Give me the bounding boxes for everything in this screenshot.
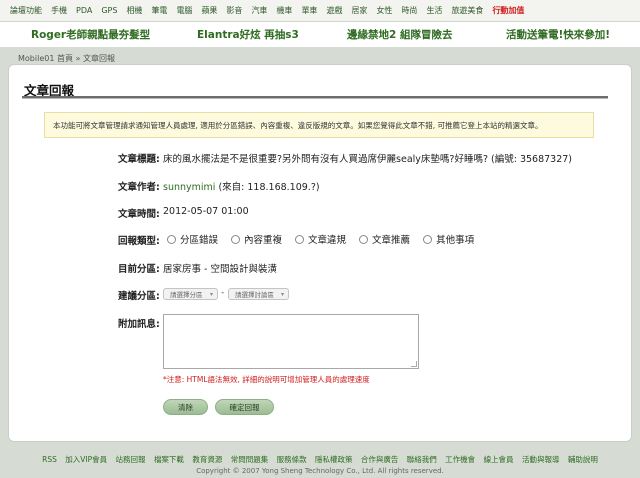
footer-link-terms[interactable]: 服務條款: [277, 455, 307, 464]
footer-link-events[interactable]: 活動與報導: [522, 455, 560, 464]
breadcrumb: Mobile01 首頁 » 文章回報: [18, 53, 115, 64]
radio-circle-icon[interactable]: [359, 234, 369, 244]
footer-link-jobs[interactable]: 工作機會: [445, 455, 475, 464]
nav-item-motorcycle[interactable]: 機車: [276, 5, 292, 16]
radio-circle-icon[interactable]: [295, 234, 305, 244]
nav-item-mobile-value-added[interactable]: 行動加值: [492, 5, 524, 16]
copyright-text: Copyright © 2007 Yong Sheng Technology C…: [196, 467, 444, 475]
report-type-radio-group: 分區錯誤 內容重複 文章違規 文章推薦 其他事項: [167, 232, 487, 246]
top-navigation: 論壇功能 手機 PDA GPS 相機 筆電 電腦 蘋果 影音 汽車 機車 單車 …: [0, 0, 640, 22]
article-title-value: 床的風水擺法是不是很重要?另外問有沒有人買過席伊麗sealy床墊嗎?好睡嗎? (…: [163, 154, 573, 165]
nav-item-av[interactable]: 影音: [226, 5, 242, 16]
nav-item-women[interactable]: 女性: [376, 5, 392, 16]
nav-item-computer[interactable]: 電腦: [176, 5, 192, 16]
author-value: sunnymimi (來自: 118.168.109.?): [163, 179, 320, 193]
resize-grip-icon[interactable]: [411, 361, 417, 367]
report-type-wrong-category[interactable]: 分區錯誤: [167, 232, 218, 246]
promo-link-borderlands[interactable]: 邊緣禁地2 組隊冒險去: [347, 27, 452, 42]
author-ip: (來自: 118.168.109.?): [215, 182, 320, 193]
article-title-label: 文章標題:: [118, 154, 160, 165]
promo-bar: Roger老師親點最夯髮型 Elantra好炫 再抽s3 邊緣禁地2 組隊冒險去…: [0, 22, 640, 47]
footer-link-contact[interactable]: 聯絡我們: [407, 455, 437, 464]
breadcrumb-current: 文章回報: [82, 54, 115, 63]
footer-link-downloads[interactable]: 檔案下載: [154, 455, 184, 464]
nav-item-life[interactable]: 生活: [426, 5, 442, 16]
nav-item-notebook[interactable]: 筆電: [151, 5, 167, 16]
message-textarea[interactable]: [163, 314, 419, 369]
nav-item-forum-functions[interactable]: 論壇功能: [10, 5, 42, 16]
nav-item-travel-food[interactable]: 旅遊美食: [451, 5, 483, 16]
nav-item-gps[interactable]: GPS: [101, 6, 117, 15]
suggested-category-label: 建議分區:: [118, 291, 160, 302]
footer-link-faq[interactable]: 常問問題集: [231, 455, 269, 464]
breadcrumb-home[interactable]: Mobile01 首頁: [18, 54, 73, 63]
message-label: 附加訊息:: [118, 319, 160, 330]
html-warning-text: *注意: HTML語法無效, 詳細的說明可增加管理人員的處理速度: [163, 375, 370, 384]
title-divider: [22, 96, 608, 99]
time-value: 2012-05-07 01:00: [163, 206, 249, 217]
report-type-label: 回報類型:: [118, 236, 160, 247]
report-type-violation[interactable]: 文章違規: [295, 232, 346, 246]
dropdown-arrow-icon: ▾: [280, 291, 284, 298]
footer-link-rss[interactable]: RSS: [42, 455, 57, 464]
nav-item-pda[interactable]: PDA: [76, 6, 92, 15]
nav-item-mobile[interactable]: 手機: [51, 5, 67, 16]
submit-report-button[interactable]: 確定回報: [215, 399, 274, 415]
time-label: 文章時間:: [118, 209, 160, 220]
current-category-label: 目前分區:: [118, 264, 160, 275]
report-type-other[interactable]: 其他事項: [423, 232, 474, 246]
nav-item-apple[interactable]: 蘋果: [201, 5, 217, 16]
radio-circle-icon[interactable]: [167, 234, 176, 244]
promo-link-laptop-event[interactable]: 活動送筆電!快來參加!: [506, 27, 610, 42]
footer-links: RSS 加入VIP會員 站務回報 檔案下載 教育資源 常問問題集 服務條款 隱私…: [0, 454, 640, 465]
nav-item-fashion[interactable]: 時尚: [401, 5, 417, 16]
notice-text: 本功能可將文章管理請求通知管理人員處理, 適用於分區錯誤、內容重複、違反版規的文…: [53, 120, 543, 130]
nav-item-bicycle[interactable]: 單車: [301, 5, 317, 16]
report-type-duplicate[interactable]: 內容重複: [231, 232, 282, 246]
promo-link-elantra[interactable]: Elantra好炫 再抽s3: [197, 27, 299, 42]
author-label: 文章作者:: [118, 182, 160, 193]
select-forum-dropdown[interactable]: 請選擇討論區 ▾: [228, 288, 289, 300]
report-type-recommend[interactable]: 文章推薦: [359, 232, 410, 246]
clear-button[interactable]: 清除: [163, 399, 208, 415]
breadcrumb-separator: »: [75, 54, 81, 63]
nav-item-car[interactable]: 汽車: [251, 5, 267, 16]
radio-circle-icon[interactable]: [231, 234, 241, 244]
footer-link-vip[interactable]: 加入VIP會員: [65, 455, 107, 464]
footer-link-help[interactable]: 輔助說明: [568, 455, 598, 464]
nav-item-home[interactable]: 居家: [351, 5, 367, 16]
select-category-dropdown[interactable]: 請選擇分區 ▾: [163, 288, 218, 300]
current-category-value: 居家房事 - 空間設計與裝潢: [163, 264, 277, 275]
nav-item-camera[interactable]: 相機: [126, 5, 142, 16]
dropdown-arrow-icon: ▾: [209, 291, 213, 298]
footer-link-advertising[interactable]: 合作與廣告: [361, 455, 399, 464]
footer-link-privacy[interactable]: 隱私權政策: [315, 455, 353, 464]
promo-link-hairstyle[interactable]: Roger老師親點最夯髮型: [31, 27, 150, 42]
nav-item-games[interactable]: 遊戲: [326, 5, 342, 16]
footer-link-education[interactable]: 教育資源: [192, 455, 222, 464]
footer-link-site-report[interactable]: 站務回報: [116, 455, 146, 464]
author-name-link[interactable]: sunnymimi: [163, 182, 215, 193]
radio-circle-icon[interactable]: [423, 234, 433, 244]
notice-box: 本功能可將文章管理請求通知管理人員處理, 適用於分區錯誤、內容重複、違反版規的文…: [44, 112, 594, 138]
footer-link-online-members[interactable]: 線上會員: [484, 455, 514, 464]
select-separator: -: [221, 288, 225, 298]
